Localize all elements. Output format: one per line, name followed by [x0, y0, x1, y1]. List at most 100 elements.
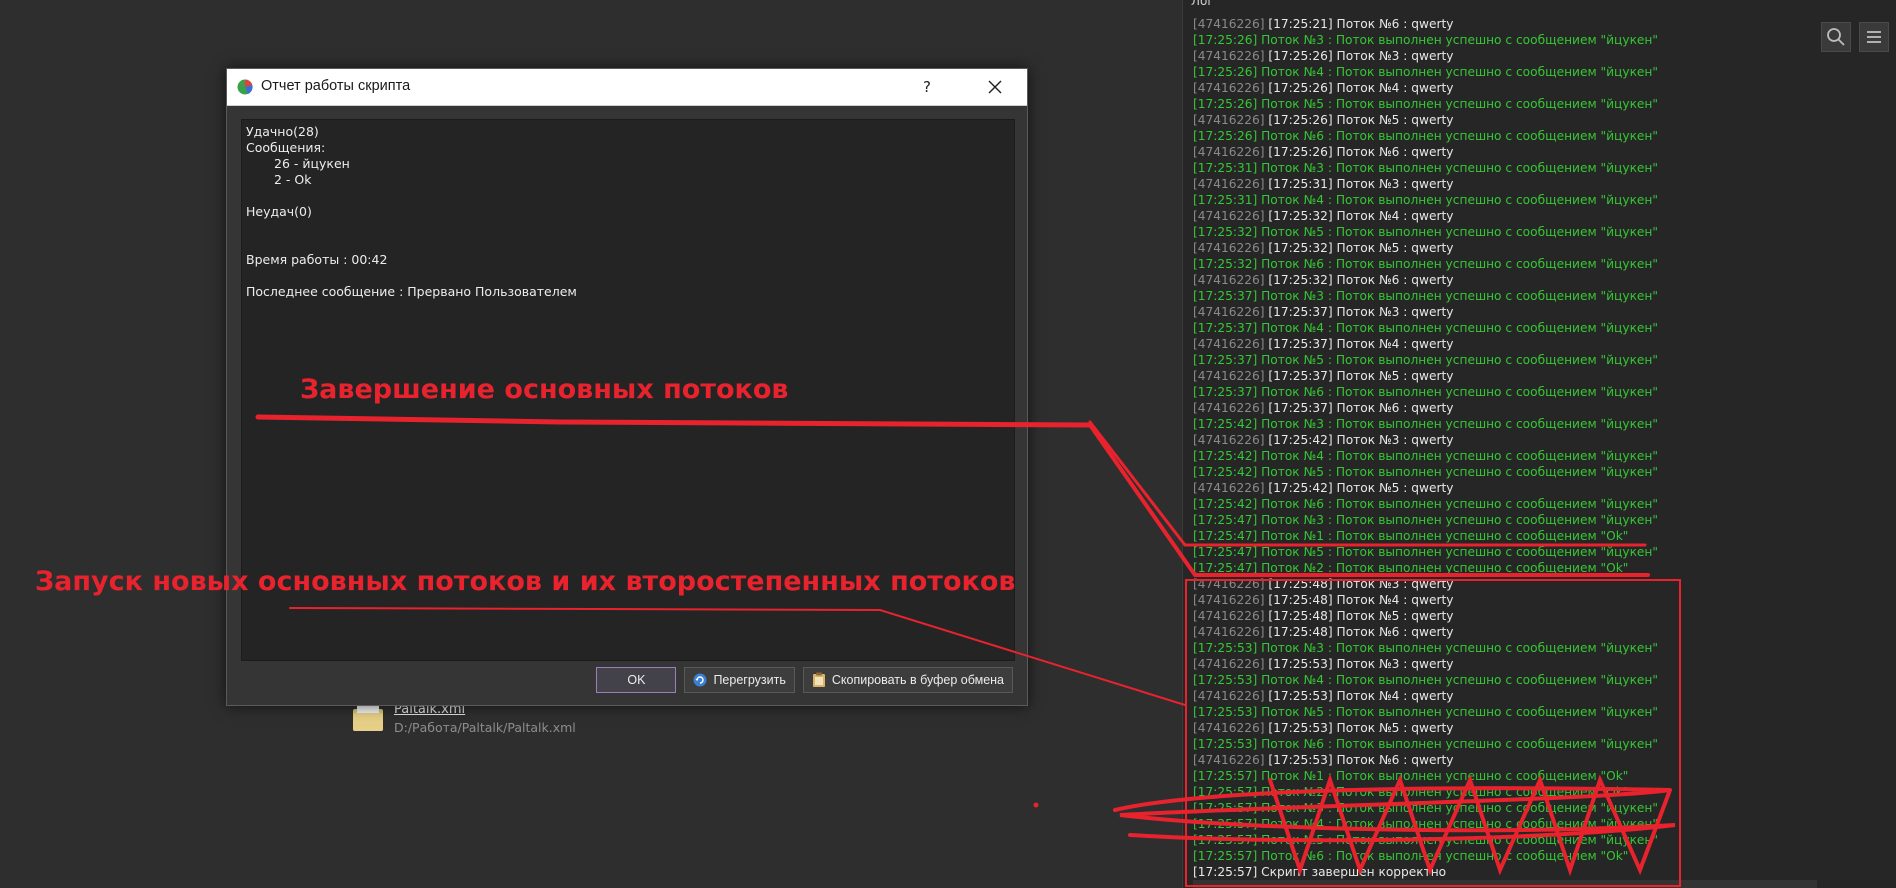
log-line-id: [47416226] [1193, 593, 1265, 607]
log-line-time: [17:25:26] [1268, 81, 1333, 95]
log-line-time: [17:25:48] [1268, 577, 1333, 591]
log-line: [47416226] [17:25:48] Поток №6 : qwerty [1193, 624, 1817, 640]
log-line-time: [17:25:53] [1268, 657, 1333, 671]
log-line-id: [47416226] [1193, 625, 1265, 639]
log-line-time: [17:25:57] [1193, 817, 1258, 831]
report-failures: Неудач(0) [246, 204, 312, 219]
log-line-message: Поток №6 : Поток выполнен успешно с сооб… [1261, 497, 1658, 511]
log-line-time: [17:25:32] [1193, 225, 1258, 239]
log-line-id: [47416226] [1193, 721, 1265, 735]
log-line-id: [47416226] [1193, 689, 1265, 703]
log-line: [47416226] [17:25:42] Поток №5 : qwerty [1193, 480, 1817, 496]
log-search-button[interactable] [1821, 22, 1851, 52]
log-line-time: [17:25:57] [1193, 865, 1258, 879]
log-line-time: [17:25:42] [1193, 417, 1258, 431]
log-horizontal-scrollbar[interactable] [1193, 880, 1817, 888]
log-line-message: Поток №3 : Поток выполнен успешно с сооб… [1261, 33, 1658, 47]
report-work-time: Время работы : 00:42 [246, 252, 388, 267]
refresh-icon [693, 673, 707, 687]
log-line: [47416226] [17:25:53] Поток №6 : qwerty [1193, 752, 1817, 768]
log-line-message: Поток №5 : Поток выполнен успешно с сооб… [1261, 97, 1658, 111]
log-line: [17:25:42] Поток №3 : Поток выполнен усп… [1193, 416, 1817, 432]
log-menu-button[interactable] [1859, 22, 1889, 52]
log-line: [17:25:26] Поток №5 : Поток выполнен усп… [1193, 96, 1817, 112]
log-line-message: Поток №2 : Поток выполнен успешно с сооб… [1261, 561, 1629, 575]
log-line-time: [17:25:48] [1268, 593, 1333, 607]
log-line: [47416226] [17:25:37] Поток №3 : qwerty [1193, 304, 1817, 320]
log-line: [17:25:47] Поток №2 : Поток выполнен усп… [1193, 560, 1817, 576]
log-line-time: [17:25:26] [1268, 113, 1333, 127]
ok-button-label: OK [627, 673, 646, 687]
log-line: [47416226] [17:25:53] Поток №4 : qwerty [1193, 688, 1817, 704]
log-line-time: [17:25:21] [1268, 17, 1333, 31]
log-line: [47416226] [17:25:42] Поток №3 : qwerty [1193, 432, 1817, 448]
log-line-time: [17:25:37] [1193, 353, 1258, 367]
log-line-message: Поток №5 : qwerty [1336, 241, 1454, 255]
report-text: Удачно(28) Сообщения: 26 - йцукен 2 - Ok… [246, 124, 577, 300]
log-line-message: Поток №3 : Поток выполнен успешно с сооб… [1261, 161, 1658, 175]
log-line-time: [17:25:57] [1193, 849, 1258, 863]
log-line: [47416226] [17:25:37] Поток №5 : qwerty [1193, 368, 1817, 384]
log-line: [47416226] [17:25:32] Поток №4 : qwerty [1193, 208, 1817, 224]
log-line: [17:25:53] Поток №4 : Поток выполнен усп… [1193, 672, 1817, 688]
log-line: [17:25:57] Поток №2 : Поток выполнен усп… [1193, 784, 1817, 800]
log-line-message: Поток №5 : Поток выполнен успешно с сооб… [1261, 545, 1658, 559]
log-line-id: [47416226] [1193, 657, 1265, 671]
log-line: [17:25:57] Скрипт завершен корректно [1193, 864, 1817, 880]
dialog-title: Отчет работы скрипта [261, 78, 411, 94]
copy-to-clipboard-button[interactable]: Скопировать в буфер обмена [802, 667, 1013, 693]
log-line-time: [17:25:37] [1268, 401, 1333, 415]
log-line-message: Поток №6 : Поток выполнен успешно с сооб… [1261, 849, 1629, 863]
log-line-message: Поток №3 : Поток выполнен успешно с сооб… [1261, 417, 1658, 431]
help-button[interactable]: ? [907, 73, 947, 101]
log-line-time: [17:25:37] [1268, 369, 1333, 383]
log-line-time: [17:25:47] [1193, 561, 1258, 575]
ok-button[interactable]: OK [596, 667, 677, 693]
log-line: [47416226] [17:25:37] Поток №4 : qwerty [1193, 336, 1817, 352]
log-line-id: [47416226] [1193, 337, 1265, 351]
close-button[interactable] [975, 73, 1015, 101]
log-line-message: Поток №6 : Поток выполнен успешно с сооб… [1261, 257, 1658, 271]
log-line-time: [17:25:48] [1268, 625, 1333, 639]
log-line-id: [47416226] [1193, 177, 1265, 191]
log-line-id: [47416226] [1193, 369, 1265, 383]
file-path: D:/Работа/Paltalk/Paltalk.xml [394, 720, 576, 735]
dialog-button-row: OK Перегрузить Скопировать в буфер обмен… [596, 667, 1013, 693]
log-line: [47416226] [17:25:53] Поток №3 : qwerty [1193, 656, 1817, 672]
log-line-time: [17:25:42] [1193, 449, 1258, 463]
log-line: [17:25:42] Поток №4 : Поток выполнен усп… [1193, 448, 1817, 464]
log-line: [17:25:57] Поток №1 : Поток выполнен усп… [1193, 768, 1817, 784]
log-line-message: Поток №6 : Поток выполнен успешно с сооб… [1261, 737, 1658, 751]
log-line-time: [17:25:32] [1193, 257, 1258, 271]
log-line-time: [17:25:48] [1268, 609, 1333, 623]
log-line-time: [17:25:37] [1193, 321, 1258, 335]
log-toolbar [1821, 22, 1889, 52]
dialog-titlebar[interactable]: Отчет работы скрипта ? [227, 69, 1027, 106]
log-line-message: Поток №5 : Поток выполнен успешно с сооб… [1261, 833, 1658, 847]
log-line-time: [17:25:57] [1193, 769, 1258, 783]
log-line-message: Поток №3 : Поток выполнен успешно с сооб… [1261, 513, 1658, 527]
annotation-label-1: Завершение основных потоков [300, 374, 789, 405]
log-line-id: [47416226] [1193, 433, 1265, 447]
log-line: [17:25:53] Поток №6 : Поток выполнен усп… [1193, 736, 1817, 752]
log-line-message: Поток №4 : Поток выполнен успешно с сооб… [1261, 65, 1658, 79]
log-line: [17:25:57] Поток №6 : Поток выполнен усп… [1193, 848, 1817, 864]
log-line-message: Поток №3 : qwerty [1336, 577, 1454, 591]
log-line-message: Поток №4 : Поток выполнен успешно с сооб… [1261, 673, 1658, 687]
log-line-message: Поток №6 : qwerty [1336, 401, 1454, 415]
log-line: [17:25:47] Поток №5 : Поток выполнен усп… [1193, 544, 1817, 560]
report-messages-label: Сообщения: [246, 140, 326, 155]
log-line-id: [47416226] [1193, 113, 1265, 127]
log-line-message: Поток №3 : Поток выполнен успешно с сооб… [1261, 289, 1658, 303]
log-line-time: [17:25:26] [1268, 145, 1333, 159]
log-line: [47416226] [17:25:48] Поток №3 : qwerty [1193, 576, 1817, 592]
log-line-message: Поток №3 : qwerty [1336, 657, 1454, 671]
log-line-message: Поток №4 : Поток выполнен успешно с сооб… [1261, 817, 1658, 831]
log-line: [17:25:47] Поток №3 : Поток выполнен усп… [1193, 512, 1817, 528]
log-line: [17:25:26] Поток №3 : Поток выполнен усп… [1193, 32, 1817, 48]
log-line-message: Поток №2 : Поток выполнен успешно с сооб… [1261, 785, 1629, 799]
log-line-message: Скрипт завершен корректно [1261, 865, 1447, 879]
restart-button[interactable]: Перегрузить [684, 667, 795, 693]
log-line: [17:25:26] Поток №6 : Поток выполнен усп… [1193, 128, 1817, 144]
log-line: [17:25:57] Поток №3 : Поток выполнен усп… [1193, 800, 1817, 816]
